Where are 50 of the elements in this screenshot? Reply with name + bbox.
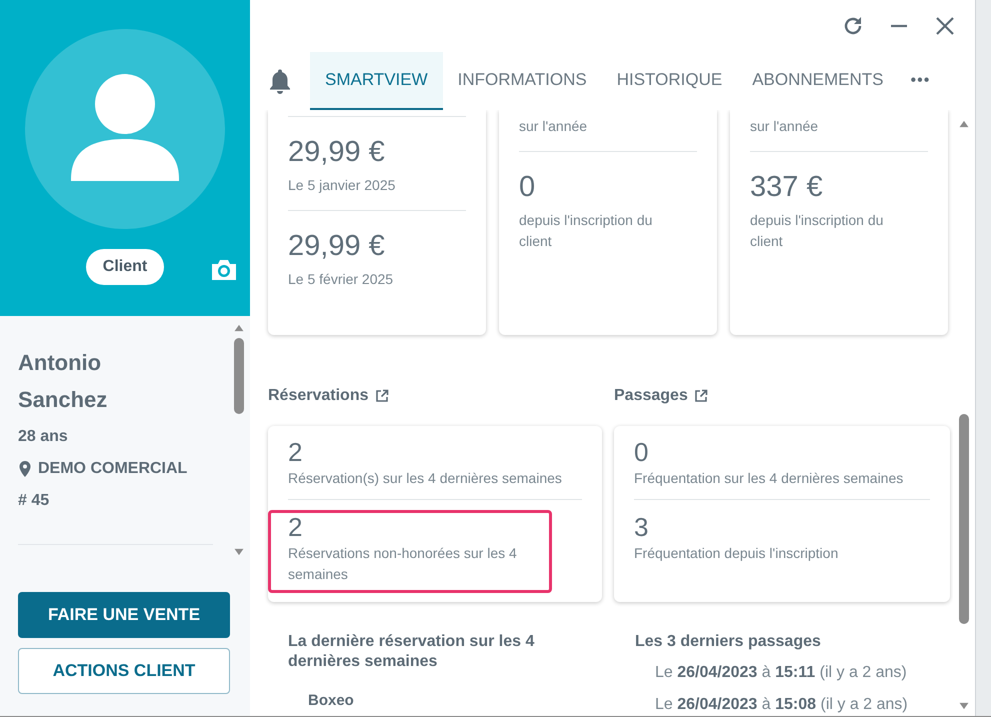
tab[interactable]: HISTORIQUE bbox=[602, 52, 738, 110]
bell-icon[interactable] bbox=[268, 68, 292, 94]
visit-entry: Le 26/04/2023 à 15:11 (il y a 2 ans) bbox=[655, 663, 908, 683]
client-number: # 45 bbox=[18, 491, 50, 511]
stat-caption: Le 5 janvier 2025 bbox=[288, 176, 396, 195]
stat-caption: Réservation(s) sur les 4 dernières semaines bbox=[288, 469, 563, 488]
scroll-thumb[interactable] bbox=[959, 414, 969, 624]
sale-button[interactable]: FAIRE UNE VENTE bbox=[18, 592, 230, 638]
stat-caption: Fréquentation sur les 4 dernières semaines bbox=[634, 469, 904, 488]
stat-value: 337 € bbox=[750, 170, 824, 204]
tab[interactable]: INFORMATIONS bbox=[442, 52, 602, 110]
stat-caption: Fréquentation depuis l'inscription bbox=[634, 544, 840, 563]
client-badge[interactable]: Client bbox=[86, 249, 164, 285]
stat-value: 29,99 € bbox=[288, 135, 386, 169]
stat-value: 29,99 € bbox=[288, 229, 386, 263]
scroll-up-icon[interactable] bbox=[234, 324, 244, 332]
location-pin-icon bbox=[18, 461, 32, 477]
stat-value: 3 bbox=[634, 513, 650, 541]
client-location: DEMO COMERCIAL bbox=[38, 459, 188, 479]
tab[interactable]: SMARTVIEW bbox=[310, 52, 443, 110]
stat-caption: depuis l'inscription du client bbox=[519, 211, 654, 251]
scroll-down-icon[interactable] bbox=[960, 702, 968, 710]
visit-entry: Le 26/04/2023 à 15:08 (il y a 2 ans) bbox=[655, 695, 909, 715]
stat-value: 2 bbox=[288, 438, 304, 466]
section-title: Passages bbox=[614, 387, 688, 405]
scroll-up-icon[interactable] bbox=[960, 120, 968, 128]
client-name: Sanchez bbox=[18, 386, 108, 414]
stat-value: 2 bbox=[288, 513, 304, 541]
scroll-down-icon[interactable] bbox=[234, 548, 244, 556]
actions-button[interactable]: ACTIONS CLIENT bbox=[18, 648, 230, 694]
activity-name: Boxeo bbox=[308, 692, 355, 709]
stat-value: 0 bbox=[519, 170, 536, 204]
stat-caption: Le 5 février 2025 bbox=[288, 270, 394, 289]
client-age: 28 ans bbox=[18, 427, 68, 447]
stat-value: 0 bbox=[634, 438, 650, 466]
more-button[interactable]: ••• bbox=[904, 52, 936, 110]
stat-caption: depuis l'inscription du client bbox=[750, 211, 884, 251]
external-link-icon[interactable] bbox=[694, 389, 708, 403]
client-name: Antonio bbox=[18, 349, 102, 377]
section-title: Réservations bbox=[268, 387, 368, 405]
external-link-icon[interactable] bbox=[374, 389, 388, 403]
section-heading: La dernière réservation sur les 4 dernières semaines bbox=[288, 632, 536, 672]
tab[interactable]: ABONNEMENTS bbox=[737, 52, 898, 110]
avatar-icon bbox=[25, 29, 225, 229]
camera-icon[interactable] bbox=[210, 258, 238, 282]
stat-caption: sur l'année bbox=[519, 117, 588, 136]
stat-caption: Réservations non-honorées sur les 4 semaines bbox=[288, 544, 518, 584]
scroll-thumb[interactable] bbox=[234, 338, 244, 414]
section-heading: Les 3 derniers passages bbox=[635, 632, 822, 652]
stat-caption: sur l'année bbox=[750, 117, 820, 136]
